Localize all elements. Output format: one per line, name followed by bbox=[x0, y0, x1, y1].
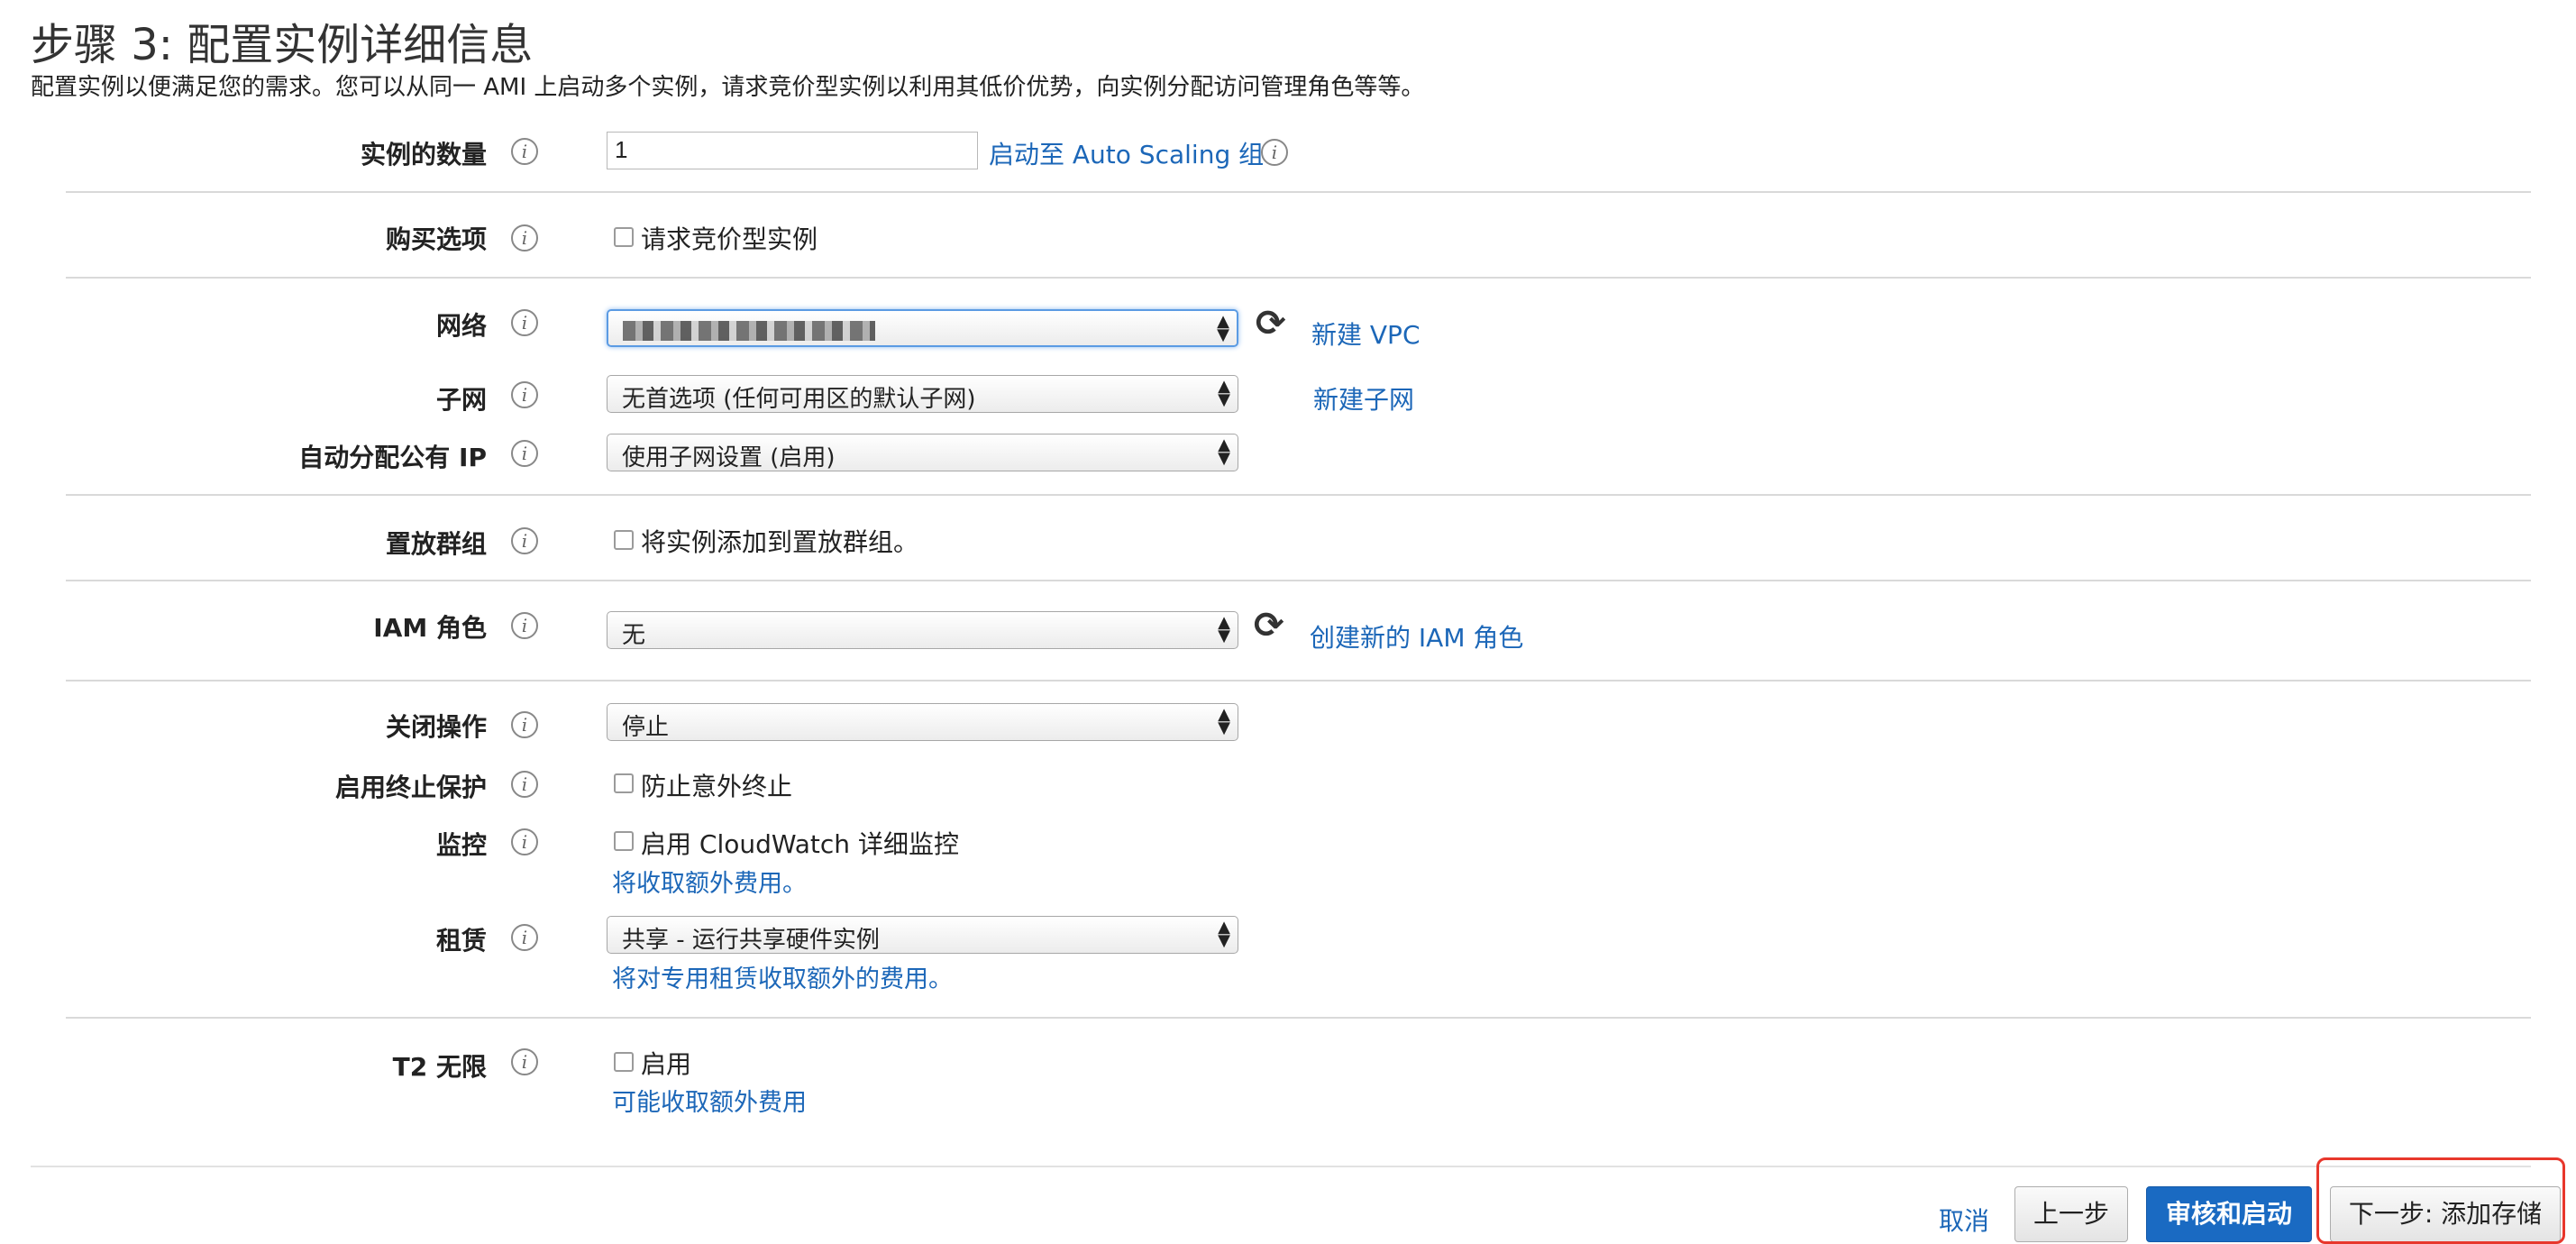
termination-protection-checkbox-label: 防止意外终止 bbox=[641, 772, 793, 801]
auto-assign-public-ip-label: 自动分配公有 IP bbox=[298, 443, 487, 472]
info-icon[interactable]: i bbox=[1261, 139, 1288, 166]
updown-arrows-icon: ▲ ▼ bbox=[1217, 312, 1229, 344]
divider bbox=[66, 277, 2531, 279]
info-icon[interactable]: i bbox=[511, 612, 538, 639]
cancel-link[interactable]: 取消 bbox=[1939, 1202, 1989, 1238]
subnet-select[interactable]: 无首选项 (任何可用区的默认子网) ▲ ▼ bbox=[607, 375, 1238, 413]
iam-role-label: IAM 角色 bbox=[373, 613, 487, 643]
info-icon[interactable]: i bbox=[511, 138, 538, 165]
info-icon[interactable]: i bbox=[511, 924, 538, 951]
shutdown-behavior-label: 关闭操作 bbox=[385, 712, 487, 742]
placement-group-checkbox[interactable] bbox=[614, 530, 634, 550]
cloudwatch-monitoring-checkbox[interactable] bbox=[614, 831, 634, 851]
footer-divider bbox=[31, 1166, 2531, 1167]
t2-charges-note[interactable]: 可能收取额外费用 bbox=[612, 1083, 807, 1118]
page-description: 配置实例以便满足您的需求。您可以从同一 AMI 上启动多个实例，请求竞价型实例以… bbox=[31, 74, 1425, 101]
network-label: 网络 bbox=[435, 311, 487, 341]
info-icon[interactable]: i bbox=[511, 771, 538, 798]
create-vpc-link[interactable]: 新建 VPC bbox=[1311, 316, 1420, 352]
auto-assign-public-ip-select[interactable]: 使用子网设置 (启用) ▲ ▼ bbox=[607, 434, 1238, 471]
tenancy-charges-note[interactable]: 将对专用租赁收取额外的费用。 bbox=[612, 959, 953, 994]
review-and-launch-button[interactable]: 审核和启动 bbox=[2146, 1186, 2312, 1242]
info-icon[interactable]: i bbox=[511, 711, 538, 738]
placement-group-checkbox-label: 将实例添加到置放群组。 bbox=[641, 527, 919, 557]
cloudwatch-monitoring-checkbox-label: 启用 CloudWatch 详细监控 bbox=[641, 829, 959, 859]
page-title: 步骤 3: 配置实例详细信息 bbox=[31, 20, 534, 70]
network-select[interactable]: ▲ ▼ bbox=[607, 309, 1238, 347]
highlight-box bbox=[2316, 1157, 2565, 1244]
create-iam-role-link[interactable]: 创建新的 IAM 角色 bbox=[1310, 618, 1523, 654]
iam-role-select[interactable]: 无 ▲ ▼ bbox=[607, 611, 1238, 649]
spot-instance-checkbox[interactable] bbox=[614, 227, 634, 247]
t2-unlimited-checkbox[interactable] bbox=[614, 1052, 634, 1072]
info-icon[interactable]: i bbox=[511, 381, 538, 408]
info-icon[interactable]: i bbox=[511, 224, 538, 252]
placement-group-label: 置放群组 bbox=[385, 529, 487, 559]
info-icon[interactable]: i bbox=[511, 828, 538, 855]
updown-arrows-icon: ▲ ▼ bbox=[1218, 377, 1230, 409]
instance-count-input[interactable]: 1 bbox=[607, 132, 978, 169]
tenancy-select[interactable]: 共享 - 运行共享硬件实例 ▲ ▼ bbox=[607, 916, 1238, 954]
refresh-icon[interactable]: ⟳ bbox=[1254, 605, 1284, 646]
updown-arrows-icon: ▲ ▼ bbox=[1218, 435, 1230, 468]
create-subnet-link[interactable]: 新建子网 bbox=[1313, 380, 1414, 416]
updown-arrows-icon: ▲ ▼ bbox=[1218, 918, 1230, 950]
network-value-redacted bbox=[623, 321, 875, 341]
subnet-label: 子网 bbox=[435, 385, 487, 415]
divider bbox=[66, 494, 2531, 496]
divider bbox=[66, 680, 2531, 681]
info-icon[interactable]: i bbox=[511, 527, 538, 554]
previous-button[interactable]: 上一步 bbox=[2014, 1186, 2128, 1242]
divider bbox=[66, 191, 2531, 193]
t2-unlimited-label: T2 无限 bbox=[392, 1052, 487, 1082]
instance-count-label: 实例的数量 bbox=[360, 140, 487, 169]
tenancy-label: 租赁 bbox=[435, 926, 487, 956]
updown-arrows-icon: ▲ ▼ bbox=[1218, 613, 1230, 645]
purchase-option-label: 购买选项 bbox=[385, 224, 487, 254]
launch-auto-scaling-link[interactable]: 启动至 Auto Scaling 组 bbox=[989, 135, 1264, 171]
t2-unlimited-checkbox-label: 启用 bbox=[641, 1049, 692, 1079]
termination-protection-label: 启用终止保护 bbox=[334, 773, 487, 802]
spot-instance-checkbox-label: 请求竞价型实例 bbox=[641, 224, 818, 254]
updown-arrows-icon: ▲ ▼ bbox=[1218, 705, 1230, 737]
monitoring-label: 监控 bbox=[435, 830, 487, 860]
info-icon[interactable]: i bbox=[511, 440, 538, 467]
refresh-icon[interactable]: ⟳ bbox=[1256, 303, 1286, 344]
info-icon[interactable]: i bbox=[511, 309, 538, 336]
termination-protection-checkbox[interactable] bbox=[614, 773, 634, 793]
divider bbox=[66, 580, 2531, 581]
divider bbox=[66, 1017, 2531, 1019]
monitoring-charges-note[interactable]: 将收取额外费用。 bbox=[612, 864, 807, 899]
shutdown-behavior-select[interactable]: 停止 ▲ ▼ bbox=[607, 703, 1238, 741]
info-icon[interactable]: i bbox=[511, 1048, 538, 1075]
